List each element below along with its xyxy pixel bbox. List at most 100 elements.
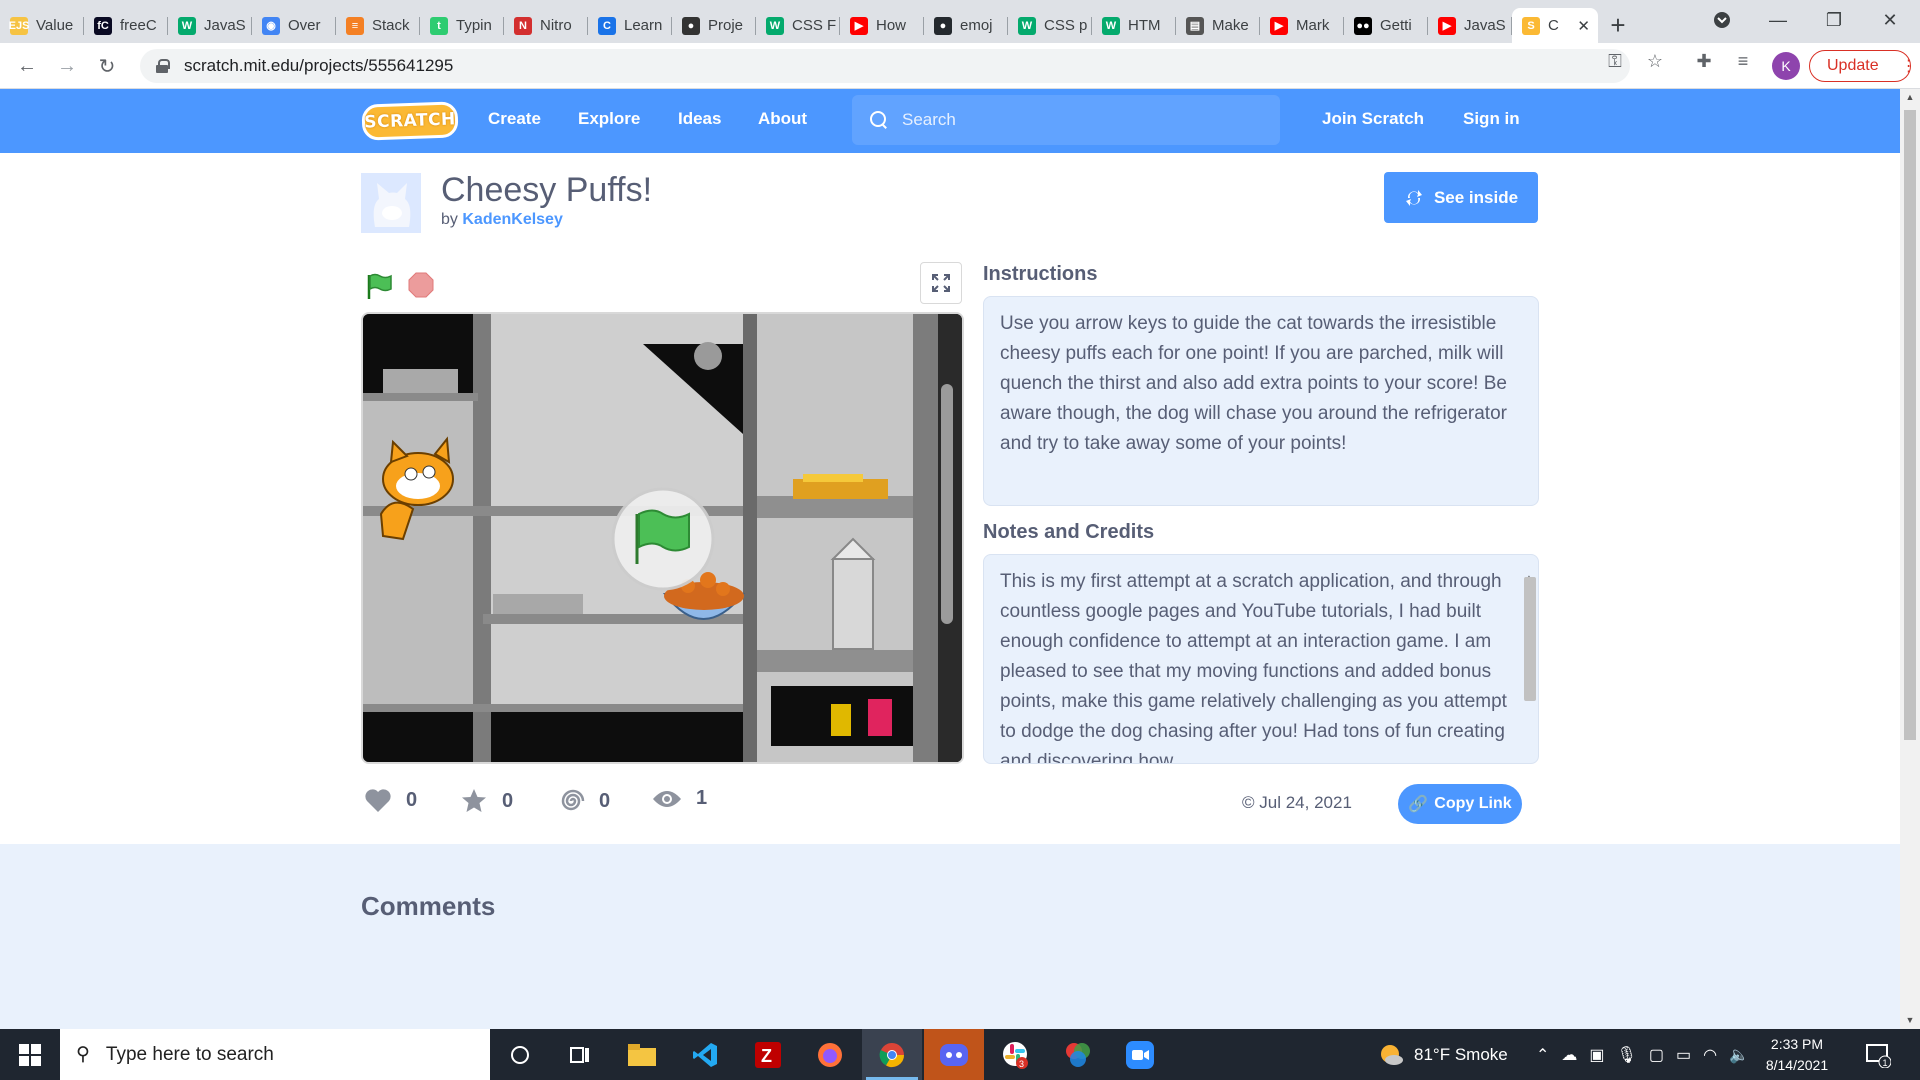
key-icon[interactable]: ⚿ — [1601, 51, 1629, 72]
back-icon[interactable]: ← — [12, 51, 42, 81]
love-stat[interactable]: 0 — [364, 787, 417, 813]
scratch-logo[interactable]: SCRATCH — [361, 101, 459, 141]
reload-icon[interactable]: ↻ — [92, 51, 122, 81]
new-tab-button[interactable]: + — [1598, 8, 1638, 43]
tray-chevron-icon[interactable]: ⌃ — [1536, 1045, 1549, 1065]
browser-tab[interactable]: ▤ Make — [1176, 8, 1260, 43]
browser-tab[interactable]: ▶ Mark — [1260, 8, 1344, 43]
tab-active[interactable]: S C ✕ — [1512, 8, 1598, 43]
scroll-down-icon[interactable]: ▼ — [1522, 751, 1536, 763]
join-scratch-link[interactable]: Join Scratch — [1322, 109, 1424, 129]
microphone-icon[interactable]: 🎙 — [1617, 1045, 1637, 1065]
see-inside-button[interactable]: See inside — [1384, 172, 1538, 223]
tab-title: Make — [1212, 17, 1249, 34]
browser-tab[interactable]: C Learn — [588, 8, 672, 43]
browser-tab[interactable]: ▶ JavaS — [1428, 8, 1512, 43]
fullscreen-button[interactable] — [920, 262, 962, 304]
meet-now-icon[interactable]: ▣ — [1589, 1045, 1604, 1065]
browser-tab[interactable]: W JavaS — [168, 8, 252, 43]
weather-widget[interactable]: 81°F Smoke — [1378, 1029, 1508, 1080]
forward-icon[interactable]: → — [52, 51, 82, 81]
browser-tab[interactable]: ● Proje — [672, 8, 756, 43]
onedrive-icon[interactable]: ☁ — [1561, 1045, 1577, 1065]
more-menu-icon: ⋮ — [1900, 58, 1917, 75]
browser-tab[interactable]: ≡ Stack — [336, 8, 420, 43]
battery-icon[interactable]: ▭ — [1676, 1045, 1691, 1065]
sign-in-link[interactable]: Sign in — [1463, 109, 1520, 129]
chrome-taskbar-icon[interactable] — [862, 1029, 922, 1080]
url-field[interactable]: scratch.mit.edu/projects/555641295 — [140, 49, 1630, 83]
file-explorer-icon[interactable] — [612, 1029, 672, 1080]
browser-tab[interactable]: W CSS p — [1008, 8, 1092, 43]
share-date: © Jul 24, 2021 — [1242, 793, 1352, 813]
page-scroll-thumb[interactable] — [1904, 110, 1916, 740]
notes-scroll-thumb[interactable] — [1524, 577, 1536, 701]
author-link[interactable]: KadenKelsey — [462, 211, 563, 228]
windows-start-icon[interactable] — [0, 1029, 60, 1080]
browser-tab[interactable]: W HTM — [1092, 8, 1176, 43]
vscode-icon[interactable] — [675, 1029, 735, 1080]
cortana-icon[interactable] — [490, 1029, 550, 1080]
lock-icon — [156, 59, 170, 73]
notes-scrollbar[interactable]: ▲ ▼ — [1522, 563, 1536, 763]
slack-icon[interactable]: 3 — [986, 1029, 1046, 1080]
nav-about[interactable]: About — [758, 109, 807, 129]
media-control-icon[interactable]: ≡ — [1729, 51, 1757, 72]
browser-tab[interactable]: ▶ How — [840, 8, 924, 43]
page-scroll-down-icon[interactable]: ▼ — [1904, 1015, 1916, 1025]
browser-tab[interactable]: t Typin — [420, 8, 504, 43]
clock-date: 8/14/2021 — [1765, 1057, 1829, 1073]
taskbar-clock[interactable]: 2:33 PM 8/14/2021 — [1762, 1034, 1832, 1076]
taskbar-search-icon: ⚲ — [76, 1044, 90, 1065]
profile-avatar[interactable]: K — [1772, 52, 1800, 80]
start-flag-overlay[interactable] — [611, 487, 715, 591]
project-byline: by KadenKelsey — [441, 211, 563, 229]
tab-title: Nitro — [540, 17, 572, 34]
search-placeholder: Search — [902, 110, 956, 129]
favorite-stat[interactable]: 0 — [460, 787, 513, 815]
nav-explore[interactable]: Explore — [578, 109, 640, 129]
green-flag-icon[interactable] — [366, 272, 394, 300]
volume-icon[interactable]: 🔈 — [1729, 1045, 1749, 1065]
browser-tab[interactable]: ● emoj — [924, 8, 1008, 43]
notification-center-icon[interactable]: 1 — [1865, 1029, 1891, 1080]
close-tab-icon[interactable]: ✕ — [1577, 17, 1590, 35]
taskbar-search-input[interactable]: ⚲ Type here to search — [60, 1029, 490, 1080]
project-stage[interactable] — [361, 312, 964, 764]
filezilla-icon[interactable]: Z — [738, 1029, 798, 1080]
minimize-icon[interactable]: — — [1750, 0, 1806, 40]
favorite-count: 0 — [502, 789, 514, 812]
extensions-icon[interactable]: ✚ — [1690, 51, 1718, 72]
bookmark-star-icon[interactable]: ☆ — [1641, 51, 1669, 72]
browser-tab[interactable]: fC freeC — [84, 8, 168, 43]
search-input[interactable]: Search — [852, 95, 1280, 145]
stop-icon[interactable] — [408, 272, 434, 298]
update-button[interactable]: Update ⋮ — [1809, 50, 1917, 82]
browser-tab[interactable]: W CSS F — [756, 8, 840, 43]
restore-icon[interactable]: ❐ — [1806, 0, 1862, 40]
notes-panel[interactable]: This is my first attempt at a scratch ap… — [983, 554, 1539, 764]
tab-search-icon[interactable] — [1694, 0, 1750, 40]
remix-stat[interactable]: 0 — [557, 787, 610, 815]
task-view-icon[interactable] — [550, 1029, 610, 1080]
tab-title: freeC — [120, 17, 157, 34]
slack-badge: 3 — [1019, 1059, 1024, 1069]
browser-tab[interactable]: ●● Getti — [1344, 8, 1428, 43]
browser-tab[interactable]: N Nitro — [504, 8, 588, 43]
close-window-icon[interactable]: ✕ — [1862, 0, 1918, 40]
browser-tab[interactable]: ◉ Over — [252, 8, 336, 43]
display-icon[interactable]: ▢ — [1649, 1045, 1664, 1065]
page-scroll-up-icon[interactable]: ▲ — [1904, 92, 1916, 102]
zoom-icon[interactable] — [1110, 1029, 1170, 1080]
firefox-icon[interactable] — [800, 1029, 860, 1080]
project-icon: ● — [682, 16, 700, 35]
nav-ideas[interactable]: Ideas — [678, 109, 721, 129]
view-stat: 1 — [652, 787, 707, 810]
nav-create[interactable]: Create — [488, 109, 541, 129]
copy-link-button[interactable]: 🔗 Copy Link — [1398, 784, 1522, 824]
browser-tab[interactable]: EJS Value — [0, 8, 84, 43]
wifi-icon[interactable]: ◠ — [1703, 1045, 1717, 1065]
author-avatar[interactable] — [361, 173, 421, 233]
discord-icon[interactable] — [924, 1029, 984, 1080]
color-app-icon[interactable] — [1048, 1029, 1108, 1080]
